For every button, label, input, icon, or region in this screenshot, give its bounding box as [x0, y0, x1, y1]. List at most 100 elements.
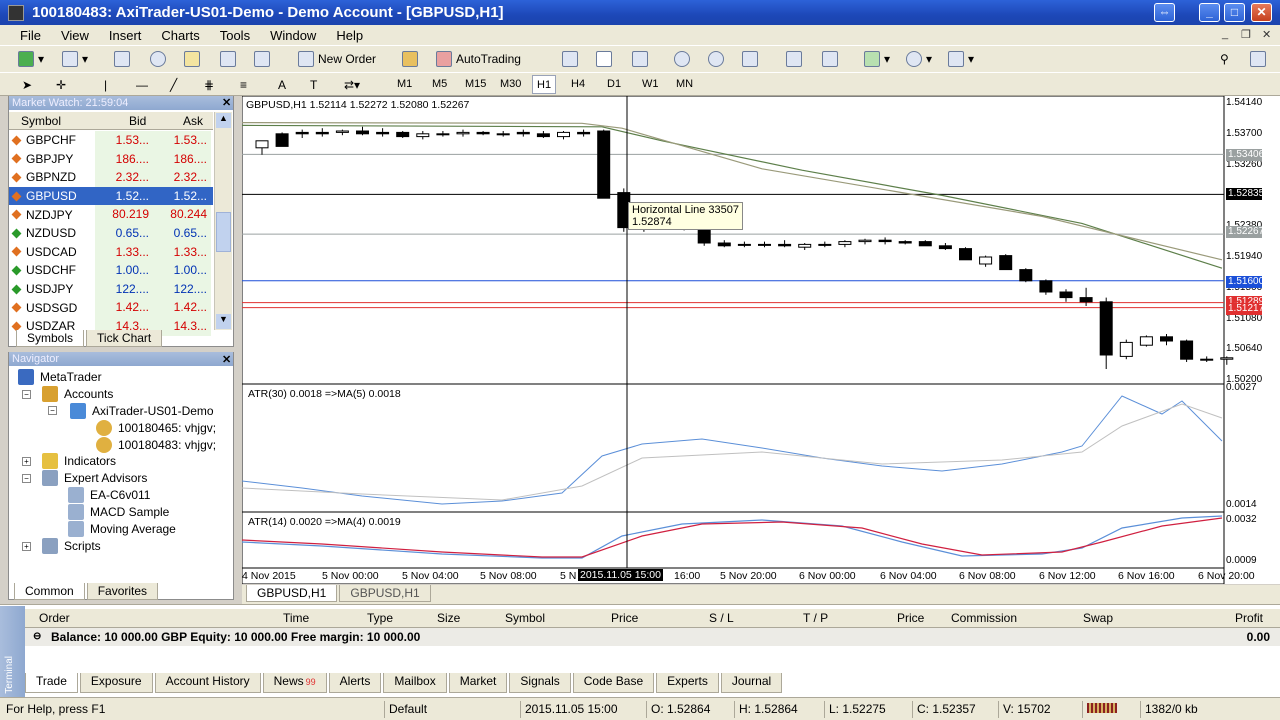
autoscroll-button[interactable] [822, 49, 842, 69]
experts-collapse-icon[interactable]: − [22, 474, 31, 483]
market-watch-row[interactable]: USDCHF 1.00... 1.00... [9, 261, 213, 280]
market-watch-row[interactable]: NZDUSD 0.65... 0.65... [9, 224, 213, 243]
trade-col[interactable]: Size [437, 611, 460, 625]
trade-col[interactable]: Time [283, 611, 309, 625]
nav-accounts[interactable]: Accounts [42, 386, 113, 402]
tile-windows-button[interactable] [742, 49, 762, 69]
chart-canvas[interactable] [242, 96, 1280, 584]
trade-col[interactable]: S / L [709, 611, 734, 625]
timeframe-m5[interactable]: M5 [428, 75, 451, 94]
data-window-button[interactable] [184, 49, 204, 69]
market-watch-row[interactable]: USDCAD 1.33... 1.33... [9, 242, 213, 262]
nav-indicators[interactable]: Indicators [42, 453, 116, 469]
mdi-minimize-icon[interactable]: _ [1222, 28, 1228, 40]
terminal-tab[interactable]: Account History [154, 673, 261, 693]
fibonacci-tool[interactable]: ≡ [240, 75, 247, 95]
market-watch-row[interactable]: USDJPY 122.... 122.... [9, 279, 213, 299]
menu-charts[interactable]: Charts [151, 28, 209, 43]
new-chart-button[interactable]: ▾ [18, 49, 44, 69]
nav-ea-2[interactable]: MACD Sample [68, 504, 169, 520]
trade-col[interactable]: Type [367, 611, 393, 625]
trendline-tool[interactable]: ╱ [170, 75, 177, 95]
cursor-tool[interactable]: ➤ [22, 75, 32, 95]
minimize-button[interactable]: _ [1199, 3, 1220, 22]
tab-favorites[interactable]: Favorites [86, 583, 159, 600]
timeframe-m1[interactable]: M1 [393, 75, 416, 94]
market-watch-scrollbar[interactable]: ▲ ▼ [214, 112, 232, 330]
mdi-restore-icon[interactable]: ❐ [1241, 28, 1251, 41]
terminal-tab[interactable]: Code Base [572, 673, 655, 693]
timeframe-h1[interactable]: H1 [532, 75, 557, 94]
terminal-tab[interactable]: Mailbox [383, 673, 447, 693]
templates-button[interactable]: ▾ [948, 49, 974, 69]
nav-expert-advisors[interactable]: Expert Advisors [42, 470, 147, 486]
trade-col[interactable]: Commission [951, 611, 1017, 625]
timeframe-h4[interactable]: H4 [567, 75, 589, 94]
nav-account-2[interactable]: 100180483: vhjgv; [96, 437, 216, 453]
nav-ea-3[interactable]: Moving Average [68, 521, 176, 537]
market-watch-row[interactable]: NZDJPY 80.219 80.244 [9, 205, 213, 224]
chart-tab-2[interactable]: GBPUSD,H1 [339, 585, 431, 602]
channel-tool[interactable]: ⋕ [204, 75, 214, 95]
chart-window[interactable]: GBPUSD,H1 1.52114 1.52272 1.52080 1.5226… [242, 96, 1280, 584]
zoom-out-button[interactable] [708, 49, 728, 69]
crosshair-tool[interactable]: ✛ [56, 75, 66, 95]
balance-row[interactable]: ⊖ Balance: 10 000.00 GBP Equity: 10 000.… [25, 628, 1280, 646]
market-watch-row[interactable]: USDSGD 1.42... 1.42... [9, 298, 213, 317]
mdi-close-icon[interactable]: ✕ [1262, 28, 1271, 41]
trade-col[interactable]: Order [39, 611, 70, 625]
zoom-in-button[interactable] [674, 49, 694, 69]
chart-tab-1[interactable]: GBPUSD,H1 [246, 585, 338, 602]
terminal-tab[interactable]: Trade [25, 673, 78, 693]
scroll-down-icon[interactable]: ▼ [216, 314, 231, 329]
scroll-up-icon[interactable]: ▲ [216, 113, 231, 128]
restore-icon[interactable]: ⇔ [1154, 3, 1175, 22]
market-watch-button[interactable] [114, 49, 134, 69]
close-button[interactable]: ✕ [1251, 3, 1272, 22]
chat-button[interactable] [1250, 49, 1270, 69]
timeframe-m30[interactable]: M30 [496, 75, 525, 94]
trade-col[interactable]: Swap [1083, 611, 1113, 625]
periods-button[interactable]: ▾ [906, 49, 932, 69]
menu-window[interactable]: Window [260, 28, 326, 43]
server-collapse-icon[interactable]: − [48, 406, 57, 415]
bar-chart-button[interactable] [562, 49, 582, 69]
nav-ea-1[interactable]: EA-C6v011 [68, 487, 150, 503]
menu-view[interactable]: View [51, 28, 99, 43]
vertical-line-tool[interactable]: | [104, 75, 107, 95]
tab-common[interactable]: Common [14, 583, 85, 600]
maximize-button[interactable]: □ [1224, 3, 1245, 22]
trade-col[interactable]: Profit [1235, 611, 1263, 625]
tab-symbols[interactable]: Symbols [16, 330, 85, 347]
search-button[interactable]: ⚲ [1220, 49, 1229, 69]
horizontal-line-tool[interactable]: — [136, 75, 148, 95]
nav-scripts[interactable]: Scripts [42, 538, 101, 554]
profiles-button[interactable]: ▾ [62, 49, 88, 69]
terminal-tab[interactable]: Alerts [328, 673, 382, 693]
metaeditor-button[interactable] [402, 49, 422, 69]
line-chart-button[interactable] [632, 49, 652, 69]
scripts-expand-icon[interactable]: + [22, 542, 31, 551]
navigator-close-icon[interactable]: ✕ [222, 353, 231, 366]
col-bid[interactable]: Bid [129, 114, 146, 128]
menu-help[interactable]: Help [326, 28, 373, 43]
tester-button[interactable] [254, 49, 274, 69]
tab-tick-chart[interactable]: Tick Chart [86, 330, 163, 347]
nav-server[interactable]: AxiTrader-US01-Demo [70, 403, 214, 419]
col-ask[interactable]: Ask [183, 114, 203, 128]
terminal-tab[interactable]: Exposure [79, 673, 153, 693]
menu-insert[interactable]: Insert [99, 28, 152, 43]
trade-col[interactable]: Price [611, 611, 638, 625]
nav-metatrader[interactable]: MetaTrader [18, 369, 102, 385]
trade-col[interactable]: T / P [803, 611, 828, 625]
trade-col[interactable]: Price [897, 611, 924, 625]
terminal-tab[interactable]: News 99 [262, 673, 327, 693]
navigator-button[interactable] [150, 49, 170, 69]
timeframe-d1[interactable]: D1 [603, 75, 625, 94]
scroll-thumb[interactable] [216, 212, 231, 252]
text-tool[interactable]: A [278, 75, 286, 95]
nav-account-1[interactable]: 100180465: vhjgv; [96, 420, 216, 436]
indicators-expand-icon[interactable]: + [22, 457, 31, 466]
candlestick-button[interactable] [596, 49, 616, 69]
arrows-tool[interactable]: ⇄▾ [344, 75, 360, 95]
